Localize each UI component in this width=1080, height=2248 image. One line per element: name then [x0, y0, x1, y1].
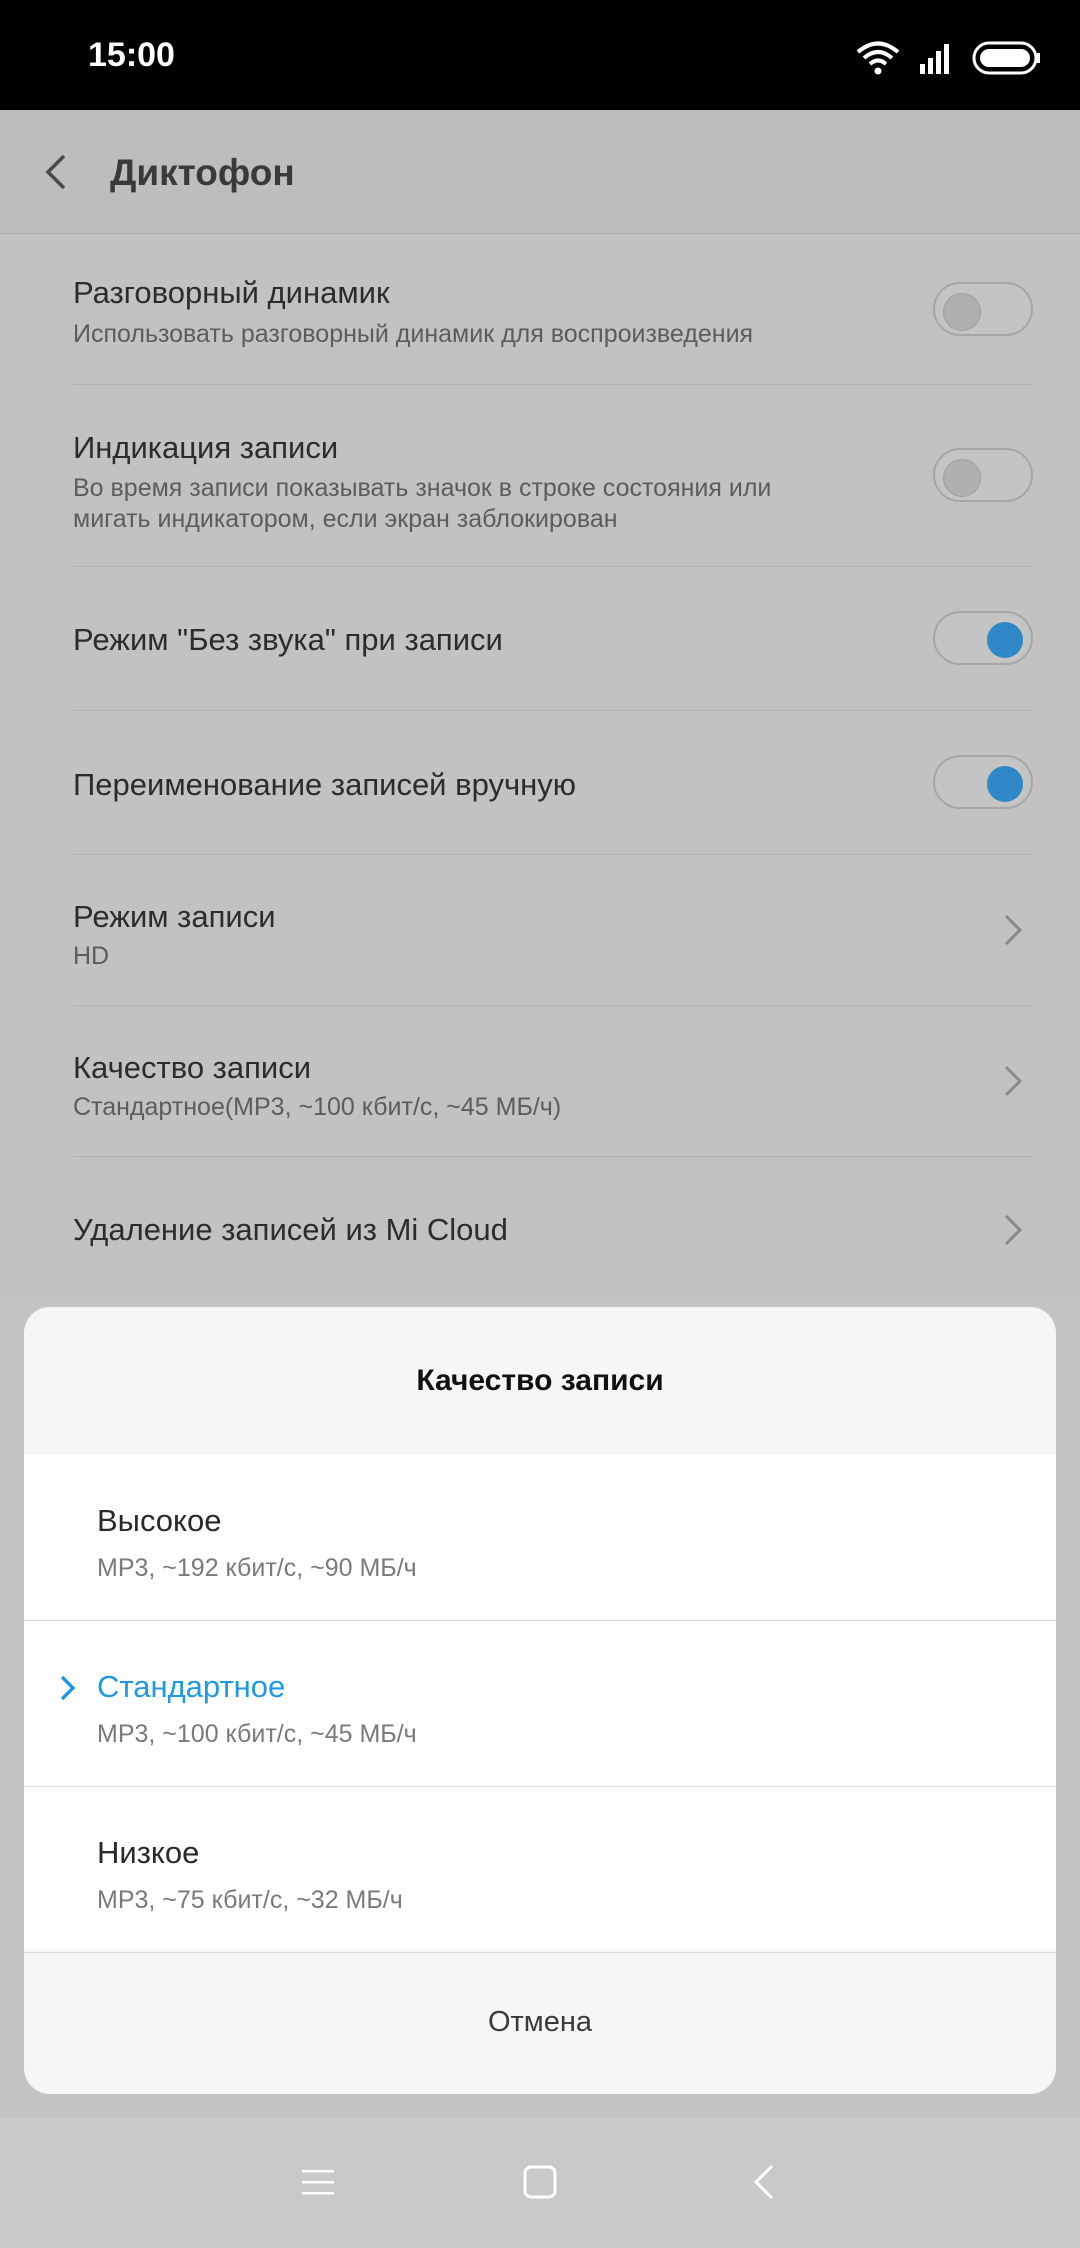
home-button[interactable] — [518, 2160, 562, 2204]
status-icons — [856, 38, 1042, 78]
setting-title: Переименование записей вручную — [73, 767, 576, 802]
manual-rename-toggle[interactable] — [933, 755, 1033, 809]
option-detail: MP3, ~192 кбит/с, ~90 МБ/ч — [97, 1554, 417, 1582]
settings-list: Разговорный динамик Использовать разгово… — [0, 234, 1080, 1300]
back-icon — [753, 2164, 774, 2200]
setting-title: Удаление записей из Mi Cloud — [73, 1212, 508, 1247]
page-title: Диктофон — [110, 152, 295, 193]
menu-button[interactable] — [296, 2160, 340, 2204]
dialog-title: Качество записи — [416, 1364, 664, 1397]
setting-subtitle: Стандартное(MP3, ~100 кбит/с, ~45 МБ/ч) — [73, 1093, 562, 1121]
chevron-left-icon — [45, 154, 66, 190]
chevron-right-icon — [1004, 1214, 1023, 1246]
option-label: Высокое — [97, 1503, 222, 1538]
chevron-right-icon — [1004, 914, 1023, 946]
setting-recording-quality[interactable]: Качество записи Стандартное(MP3, ~100 кб… — [73, 1006, 1033, 1157]
option-high[interactable]: Высокое MP3, ~192 кбит/с, ~90 МБ/ч — [24, 1455, 1056, 1621]
option-detail: MP3, ~100 кбит/с, ~45 МБ/ч — [97, 1720, 417, 1748]
setting-subtitle: Во время записи показывать значок в стро… — [73, 474, 772, 533]
setting-manual-rename[interactable]: Переименование записей вручную — [73, 711, 1033, 855]
status-time: 15:00 — [88, 36, 175, 74]
silent-mode-toggle[interactable] — [933, 611, 1033, 665]
home-icon — [523, 2165, 557, 2199]
app-header: Диктофон — [0, 110, 1080, 234]
setting-delete-from-cloud[interactable]: Удаление записей из Mi Cloud — [73, 1157, 1033, 1300]
option-low[interactable]: Низкое MP3, ~75 кбит/с, ~32 МБ/ч — [24, 1787, 1056, 1953]
setting-title: Качество записи — [73, 1050, 312, 1085]
setting-recording-mode[interactable]: Режим записи HD — [73, 855, 1033, 1006]
setting-title: Разговорный динамик — [73, 275, 390, 310]
menu-icon — [302, 2170, 334, 2195]
setting-title: Индикация записи — [73, 430, 339, 465]
option-label: Низкое — [97, 1835, 200, 1870]
quality-dialog: Качество записи Высокое MP3, ~192 кбит/с… — [24, 1307, 1056, 2094]
option-label: Стандартное — [97, 1669, 286, 1704]
back-button[interactable] — [30, 144, 86, 200]
setting-subtitle: Использовать разговорный динамик для вос… — [73, 320, 754, 348]
earpiece-toggle[interactable] — [933, 282, 1033, 336]
setting-title: Режим записи — [73, 899, 276, 934]
battery-icon — [972, 41, 1040, 75]
setting-silent-mode[interactable]: Режим "Без звука" при записи — [73, 567, 1033, 711]
setting-title: Режим "Без звука" при записи — [73, 622, 503, 657]
option-detail: MP3, ~75 кбит/с, ~32 МБ/ч — [97, 1886, 403, 1914]
nav-back-button[interactable] — [744, 2160, 788, 2204]
wifi-icon — [856, 41, 900, 75]
cancel-button[interactable]: Отмена — [24, 1950, 1056, 2094]
setting-earpiece[interactable]: Разговорный динамик Использовать разгово… — [73, 234, 1033, 385]
signal-icon — [920, 44, 949, 74]
quality-options: Высокое MP3, ~192 кбит/с, ~90 МБ/ч Станд… — [24, 1455, 1056, 1953]
nav-bar — [0, 2118, 1080, 2248]
option-standard[interactable]: Стандартное MP3, ~100 кбит/с, ~45 МБ/ч — [24, 1621, 1056, 1787]
recording-indicator-toggle[interactable] — [933, 448, 1033, 502]
selected-chevron-icon — [60, 1675, 76, 1701]
status-bar: 15:00 — [0, 0, 1080, 110]
setting-subtitle: HD — [73, 942, 110, 970]
chevron-right-icon — [1004, 1065, 1023, 1097]
setting-recording-indicator[interactable]: Индикация записи Во время записи показыв… — [73, 385, 1033, 567]
